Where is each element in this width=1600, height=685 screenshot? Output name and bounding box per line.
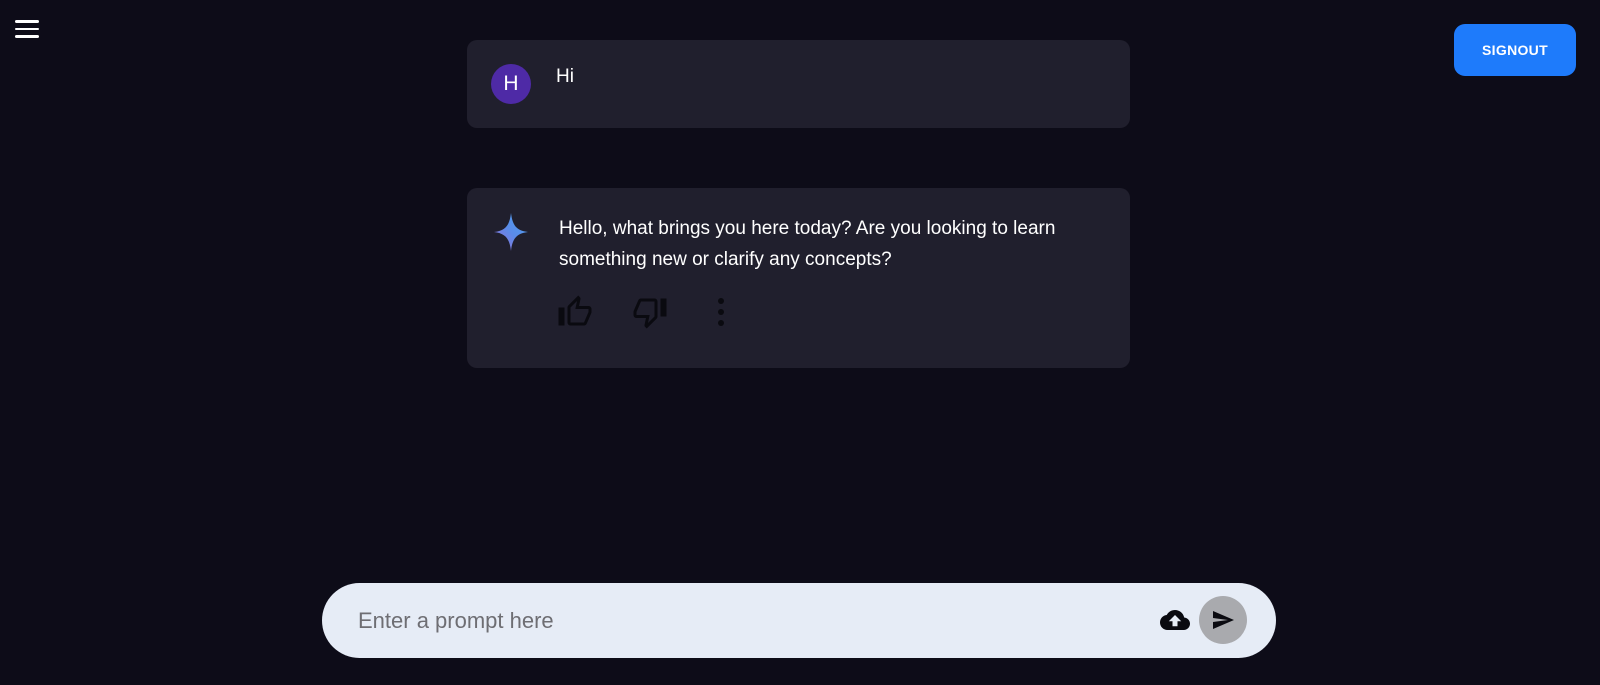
signout-button[interactable]: SIGNOUT — [1454, 24, 1576, 76]
prompt-bar — [322, 583, 1276, 658]
user-message-card: H Hi — [467, 40, 1130, 128]
bot-message-text: Hello, what brings you here today? Are y… — [559, 218, 1056, 270]
menu-bar — [15, 20, 39, 23]
user-message-text: Hi — [556, 66, 574, 87]
more-vertical-icon[interactable] — [707, 294, 735, 330]
sparkle-icon — [494, 213, 528, 251]
send-icon — [1213, 611, 1234, 629]
bot-message-card: Hello, what brings you here today? Are y… — [467, 188, 1130, 368]
thumbs-up-icon[interactable] — [557, 294, 593, 330]
cloud-upload-icon[interactable] — [1158, 605, 1192, 635]
send-button[interactable] — [1199, 596, 1247, 644]
prompt-input[interactable] — [356, 599, 1140, 643]
menu-bar — [15, 27, 39, 31]
menu-bar — [15, 35, 39, 38]
thumbs-down-icon[interactable] — [632, 294, 668, 330]
hamburger-menu-icon[interactable] — [14, 20, 40, 42]
chat-app: SIGNOUT H Hi Hello, what brings you here… — [0, 0, 1600, 685]
user-avatar: H — [491, 64, 531, 104]
